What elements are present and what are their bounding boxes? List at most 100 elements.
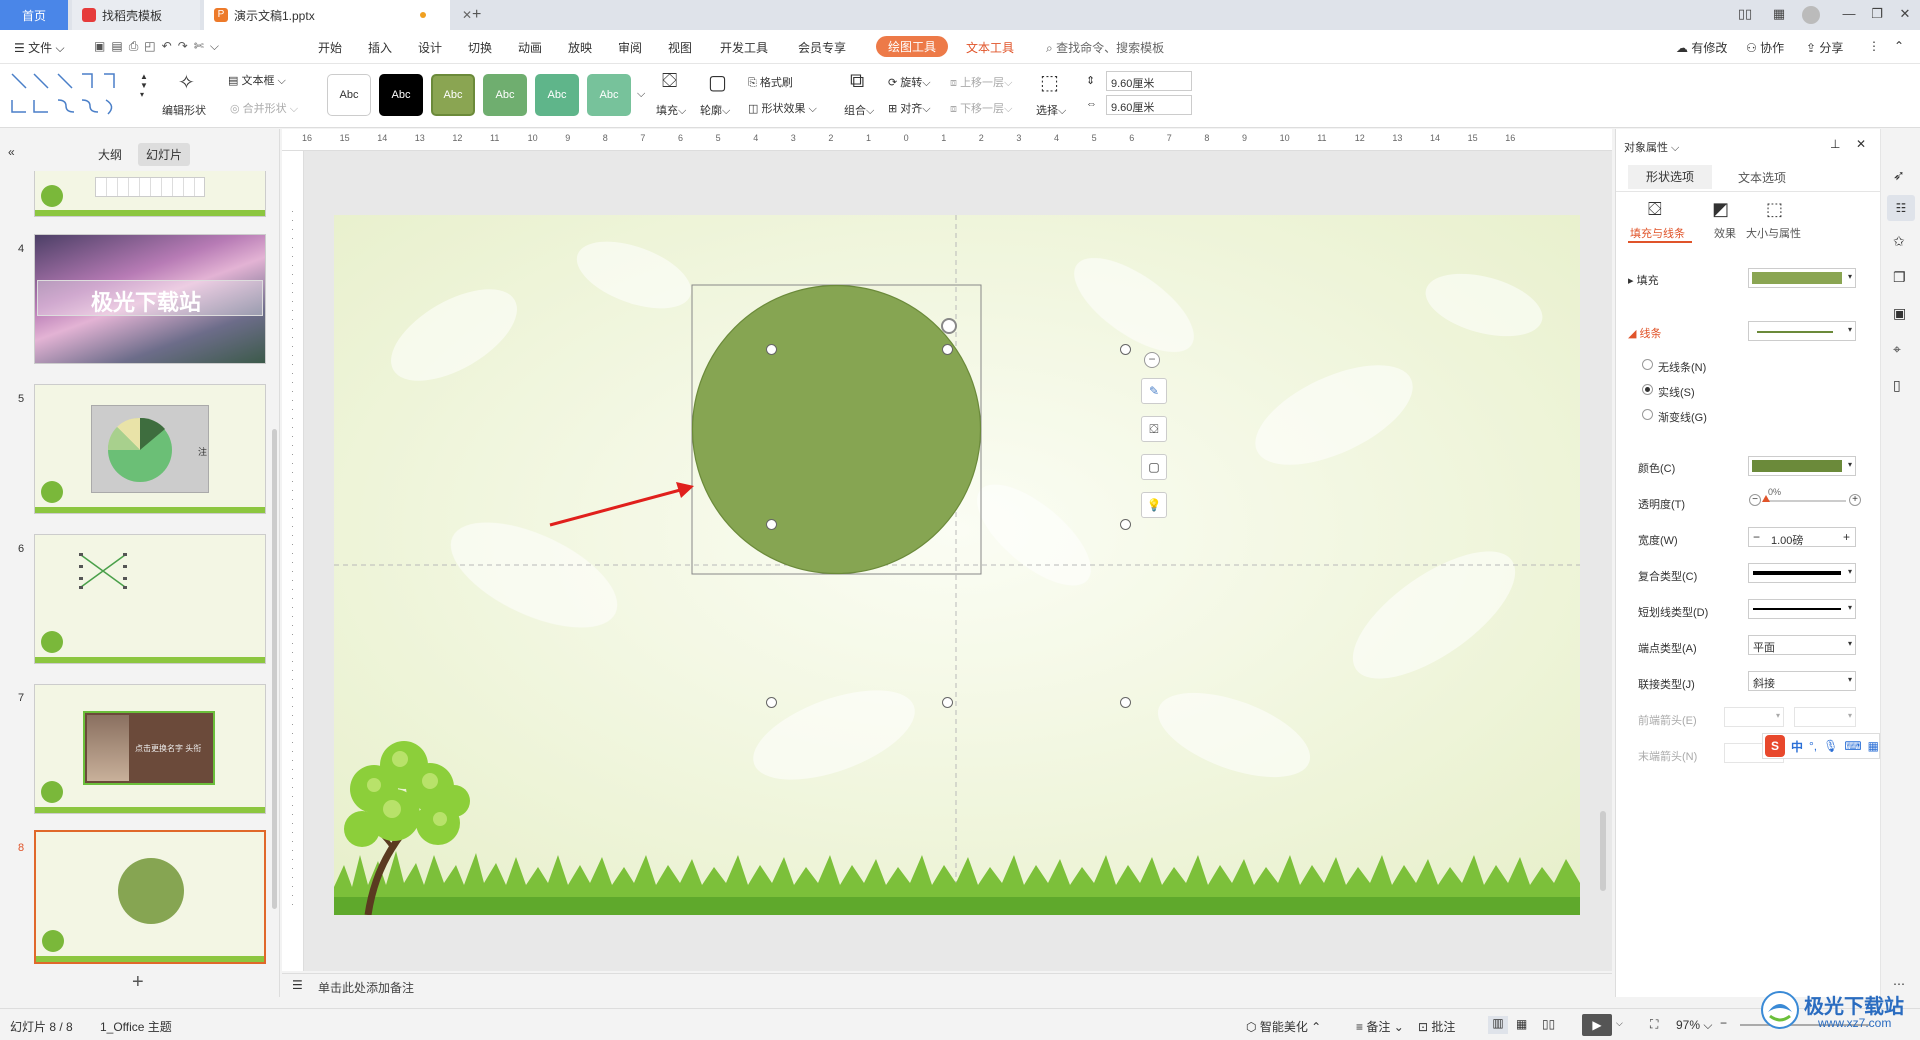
rocket-icon[interactable]: ➶ [1893, 167, 1905, 184]
beautify-button[interactable]: ⬡ 智能美化 ⌃ [1246, 1018, 1321, 1035]
transparency-slider[interactable] [1764, 500, 1846, 502]
resize-handle-nw[interactable] [766, 344, 777, 355]
no-line-radio[interactable] [1642, 359, 1653, 370]
slide-canvas[interactable] [334, 215, 1580, 915]
layout-icon[interactable]: ▯▯ [1736, 6, 1754, 24]
file-menu[interactable]: ☰ 文件 ⌵ [14, 39, 65, 56]
float-idea-button[interactable]: 💡 [1141, 492, 1167, 518]
subtab-effect[interactable]: 效果 [1714, 225, 1736, 241]
gallery-scroll-icon[interactable]: ▲ ▼ ▾ [140, 72, 148, 99]
ime-chinese-icon[interactable]: 中 [1791, 738, 1803, 755]
play-dropdown-icon[interactable]: ⌵ [1616, 1018, 1623, 1029]
rotate-button[interactable]: ⟳ 旋转⌵ [888, 74, 931, 90]
begin-arrow-type-select[interactable]: ▾ [1724, 707, 1784, 727]
line-color-picker[interactable]: ▾ [1748, 456, 1856, 476]
format-painter-button[interactable]: ⎘ 格式刷 [748, 74, 793, 90]
gradient-line-radio[interactable] [1642, 409, 1653, 420]
add-slide-button[interactable]: + [132, 971, 144, 994]
fill-color-picker[interactable]: ▾ [1748, 268, 1856, 288]
search-command[interactable]: ⌕ 查找命令、搜索模板 [1046, 39, 1164, 56]
cap-type-select[interactable]: 平面 ▾ [1748, 635, 1856, 655]
menu-review[interactable]: 审阅 [618, 39, 642, 56]
fill-section-toggle[interactable]: ▸ 填充 [1628, 272, 1659, 288]
print-icon[interactable]: ⎙ [129, 39, 145, 53]
resize-handle-se[interactable] [1120, 697, 1131, 708]
close-panel-icon[interactable]: ✕ [1856, 137, 1866, 151]
minimize-icon[interactable]: — [1840, 6, 1858, 24]
textbox-button[interactable]: ▤ 文本框 ⌵ [228, 72, 286, 88]
preview-icon[interactable]: ◰ [144, 39, 161, 53]
sorter-view-icon[interactable]: ▦ [1516, 1017, 1527, 1031]
width-input[interactable]: 9.60厘米 [1106, 95, 1192, 115]
tab-outline[interactable]: 大纲 [98, 146, 122, 163]
line-style-picker[interactable]: ▾ [1748, 321, 1856, 341]
slide-thumbnail-3[interactable] [34, 171, 266, 217]
star-icon[interactable]: ✩ [1893, 233, 1905, 250]
send-backward-button[interactable]: ⧈ 下移一层⌵ [950, 100, 1012, 116]
zoom-level[interactable]: 97% ⌵ [1676, 1018, 1712, 1033]
resize-handle-s[interactable] [942, 697, 953, 708]
pin-icon[interactable]: ⊥ [1830, 137, 1840, 151]
tab-slides[interactable]: 幻灯片 [138, 143, 191, 166]
width-stepper[interactable]: − 1.00磅 + [1748, 527, 1856, 547]
bring-forward-button[interactable]: ⧈ 上移一层⌵ [950, 74, 1012, 90]
tab-home[interactable]: 首页 [0, 0, 68, 30]
reading-view-icon[interactable]: ▯▯ [1542, 1017, 1555, 1031]
menu-view[interactable]: 视图 [668, 39, 692, 56]
close-window-icon[interactable]: ✕ [1896, 6, 1914, 24]
line-section-toggle[interactable]: ◢ 线条 [1628, 325, 1662, 341]
resize-handle-w[interactable] [766, 519, 777, 530]
merge-shape-button[interactable]: ◎ 合并形状 ⌵ [230, 100, 298, 116]
float-pen-button[interactable]: ✎ [1141, 378, 1167, 404]
comments-button[interactable]: ⊡ 批注 [1418, 1018, 1455, 1035]
more-menu-icon[interactable]: ⋮ [1868, 39, 1880, 53]
dash-type-select[interactable]: ▾ [1748, 599, 1856, 619]
ime-mic-icon[interactable]: 🎙 [1823, 739, 1838, 753]
properties-icon[interactable]: ☷ [1887, 195, 1915, 221]
style-chip-4[interactable]: Abc [483, 74, 527, 116]
slide-thumbnail-6[interactable] [34, 534, 266, 664]
subtab-fill-line[interactable]: 填充与线条 [1630, 225, 1685, 241]
subtab-size[interactable]: 大小与属性 [1746, 225, 1801, 241]
menu-design[interactable]: 设计 [418, 39, 442, 56]
resize-handle-n[interactable] [942, 344, 953, 355]
canvas-scrollbar[interactable] [1600, 811, 1606, 891]
menu-insert[interactable]: 插入 [368, 39, 392, 56]
float-outline-button[interactable]: ▢ [1141, 454, 1167, 480]
compound-type-select[interactable]: ▾ [1748, 563, 1856, 583]
style-chip-1[interactable]: Abc [327, 74, 371, 116]
tab-text-options[interactable]: 文本选项 [1720, 169, 1804, 186]
ime-grid-icon[interactable]: ▦ [1868, 739, 1879, 753]
copy-icon[interactable]: ❐ [1893, 269, 1906, 286]
avatar[interactable] [1802, 6, 1820, 24]
join-type-select[interactable]: 斜接 ▾ [1748, 671, 1856, 691]
begin-arrow-size-select[interactable]: ▾ [1794, 707, 1856, 727]
panel-title[interactable]: 对象属性 ⌵ [1624, 139, 1679, 155]
sogou-ime-icon[interactable]: S [1765, 735, 1785, 757]
style-gallery-more-icon[interactable]: ⌵ [637, 88, 645, 101]
menu-home[interactable]: 开始 [318, 39, 342, 56]
notes-toggle-button[interactable]: ≡ 备注 ⌄ [1356, 1018, 1404, 1035]
save-icon[interactable]: ▣ [94, 39, 111, 53]
style-chip-3[interactable]: Abc [431, 74, 475, 116]
solid-line-radio[interactable] [1642, 384, 1653, 395]
group-button[interactable]: 组合⌵ [844, 102, 874, 118]
outline-button[interactable]: 轮廓⌵ [700, 102, 730, 118]
clear-format-icon[interactable]: ✄ [194, 39, 210, 53]
menu-member[interactable]: 会员专享 [798, 39, 846, 56]
transparency-plus-icon[interactable]: + [1849, 494, 1861, 506]
panel-scrollbar[interactable] [272, 429, 277, 909]
rotate-handle[interactable] [941, 318, 957, 334]
menu-slideshow[interactable]: 放映 [568, 39, 592, 56]
book-icon[interactable]: ▯ [1893, 377, 1901, 394]
float-fill-button[interactable]: ⛋ [1141, 416, 1167, 442]
collapse-ribbon-icon[interactable]: ⌃ [1894, 39, 1904, 53]
export-pdf-icon[interactable]: ▤ [111, 39, 128, 53]
fit-window-icon[interactable]: ⛶ [1650, 1017, 1658, 1032]
style-chip-5[interactable]: Abc [535, 74, 579, 116]
modified-button[interactable]: ☁ 有修改 [1676, 39, 1727, 56]
location-icon[interactable]: ⌖ [1893, 341, 1901, 358]
tab-templates[interactable]: 找稻壳模板 [72, 0, 200, 30]
new-tab-button[interactable]: + [462, 0, 491, 30]
width-increment-icon[interactable]: + [1843, 530, 1850, 544]
